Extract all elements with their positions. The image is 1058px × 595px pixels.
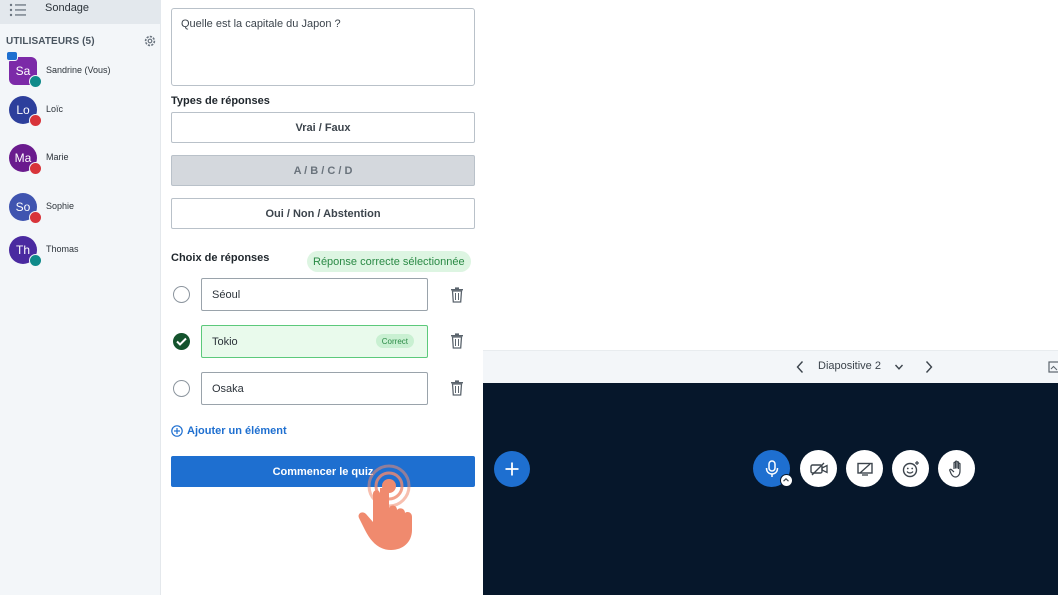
answer-value: Tokio: [212, 335, 238, 348]
start-quiz-button[interactable]: Commencer le quiz: [171, 456, 475, 487]
type-yes-no-abstention-button[interactable]: Oui / Non / Abstention: [171, 198, 475, 229]
user-name: Loïc: [46, 104, 64, 114]
list-icon: [9, 3, 26, 17]
answer-radio-3[interactable]: [173, 380, 190, 397]
sidebar-item-label: Sondage: [45, 2, 90, 14]
audio-status-icon: [29, 254, 42, 267]
answer-radio-2-checked[interactable]: [173, 333, 190, 350]
answer-input-3[interactable]: Osaka: [201, 372, 428, 405]
media-area: [483, 383, 1058, 595]
camera-off-icon: [809, 462, 828, 475]
chevron-up-icon: [783, 477, 789, 482]
smiley-plus-icon: [902, 460, 919, 477]
chevron-left-icon[interactable]: [795, 360, 805, 374]
choices-title: Choix de réponses: [171, 252, 270, 264]
add-item-link[interactable]: Ajouter un élément: [171, 425, 287, 437]
sidebar-item-poll[interactable]: Sondage: [0, 0, 161, 24]
type-abcd-button[interactable]: A / B / C / D: [171, 155, 475, 186]
type-true-false-button[interactable]: Vrai / Faux: [171, 112, 475, 143]
users-heading: UTILISATEURS (5): [6, 36, 95, 47]
trash-icon[interactable]: [450, 287, 464, 303]
user-list-item[interactable]: Lo Loïc: [9, 96, 159, 127]
user-list-item[interactable]: Sa Sandrine (Vous): [6, 51, 159, 88]
trash-icon[interactable]: [450, 333, 464, 349]
screenshare-button[interactable]: [846, 450, 883, 487]
user-name: Sophie: [46, 201, 75, 211]
answer-radio-1[interactable]: [173, 286, 190, 303]
fit-to-screen-icon[interactable]: [1048, 361, 1058, 373]
sidebar: Sondage UTILISATEURS (5) Sa Sandrine (Vou…: [0, 0, 161, 595]
screenshare-off-icon: [856, 462, 873, 476]
answer-input-1[interactable]: Séoul: [201, 278, 428, 311]
presentation-canvas: [483, 0, 1058, 350]
answer-input-2[interactable]: Tokio Correct: [201, 325, 428, 358]
trash-icon[interactable]: [450, 380, 464, 396]
gear-icon[interactable]: [143, 34, 157, 48]
correct-selected-badge: Réponse correcte sélectionnée: [307, 251, 471, 272]
raise-hand-button[interactable]: [938, 450, 975, 487]
user-list-item[interactable]: Th Thomas: [9, 236, 159, 267]
audio-status-icon: [29, 75, 42, 88]
user-list-item[interactable]: So Sophie: [9, 193, 159, 224]
microphone-icon: [765, 459, 778, 477]
audio-options-caret[interactable]: [780, 474, 793, 487]
add-item-label: Ajouter un élément: [187, 425, 287, 437]
question-input[interactable]: Quelle est la capitale du Japon ?: [171, 8, 475, 86]
camera-button[interactable]: [800, 450, 837, 487]
plus-circle-icon: [171, 425, 183, 437]
slide-navigation-bar: Diapositive 2: [483, 350, 1058, 383]
poll-panel: Quelle est la capitale du Japon ? Types …: [161, 0, 483, 595]
types-title: Types de réponses: [171, 95, 270, 107]
presenter-icon: [6, 51, 18, 61]
answer-value: Osaka: [212, 382, 244, 395]
app-root: Sondage UTILISATEURS (5) Sa Sandrine (Vou…: [0, 0, 1058, 595]
slide-selector-label[interactable]: Diapositive 2: [818, 360, 881, 372]
correct-pill: Correct: [375, 334, 414, 348]
audio-status-icon: [29, 162, 42, 175]
user-name: Marie: [46, 152, 69, 162]
user-name: Sandrine (Vous): [46, 65, 111, 75]
user-list-item[interactable]: Ma Marie: [9, 144, 159, 175]
chevron-down-icon[interactable]: [894, 363, 904, 371]
answer-value: Séoul: [212, 288, 241, 301]
hand-icon: [948, 459, 961, 478]
tap-hand-icon: [358, 464, 412, 550]
audio-status-icon: [29, 211, 42, 224]
chevron-right-icon[interactable]: [924, 360, 934, 374]
actions-button[interactable]: [494, 451, 530, 487]
plus-icon: [505, 462, 519, 476]
audio-status-icon: [29, 114, 42, 127]
reactions-button[interactable]: [892, 450, 929, 487]
check-icon: [176, 337, 187, 346]
user-name: Thomas: [46, 244, 79, 254]
